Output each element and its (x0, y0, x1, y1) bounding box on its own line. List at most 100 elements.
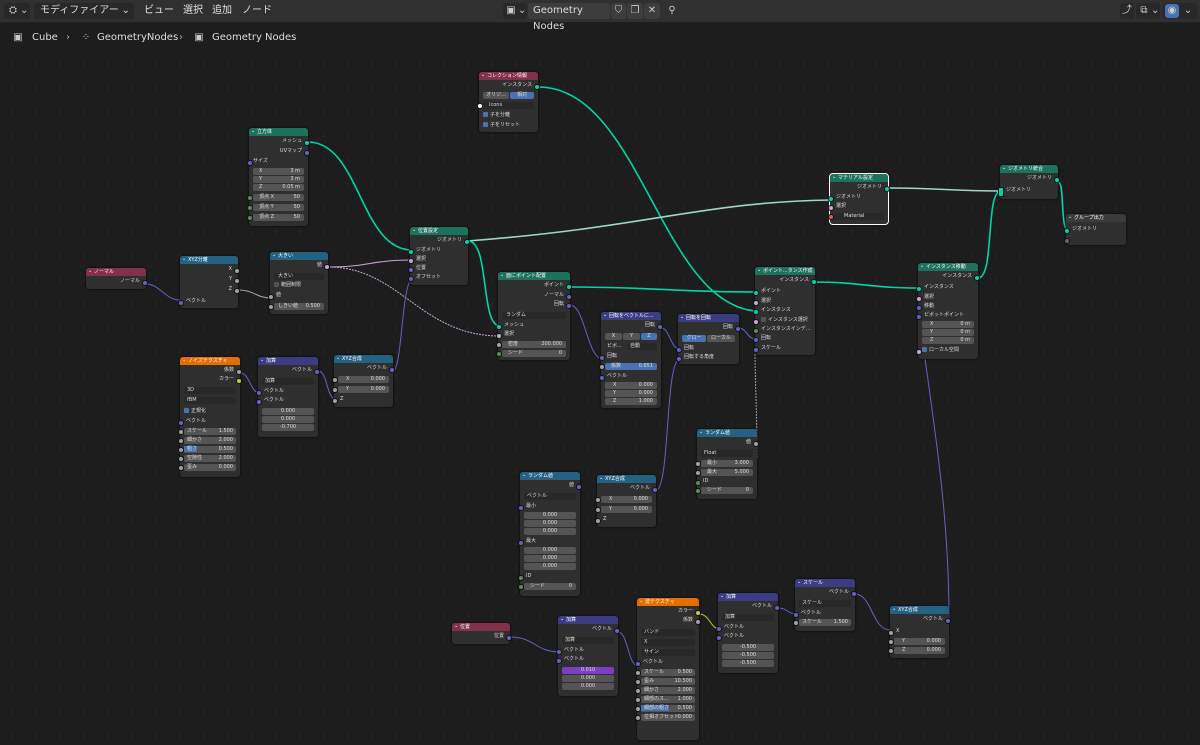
output-socket[interactable] (142, 280, 148, 286)
axis-z-button[interactable]: Z (641, 333, 657, 340)
output-socket[interactable] (695, 610, 701, 616)
node-compare[interactable]: 大きい 値 大きい 範囲制限 値 しきい値 0.500 (268, 251, 330, 314)
node-header[interactable]: インスタンス移動 (918, 262, 978, 271)
input-socket[interactable] (1064, 228, 1070, 234)
input-socket[interactable] (753, 300, 759, 306)
field-vector-y[interactable]: Y 0.000 (605, 390, 657, 397)
node-set-position[interactable]: 位置設定 ジオメトリ ジオメトリ 選択 位置 オフセット (408, 226, 470, 285)
field-z[interactable]: -0.700 (262, 424, 314, 431)
node-header[interactable]: 位置設定 (410, 226, 468, 235)
output-socket[interactable] (774, 605, 780, 611)
field-x[interactable]: X 0.000 (601, 496, 652, 503)
input-socket[interactable] (635, 715, 641, 721)
input-socket[interactable] (1064, 238, 1070, 244)
input-socket[interactable] (408, 258, 414, 264)
input-socket[interactable] (178, 465, 184, 471)
node-combine-xyz-3[interactable]: XYZ合成 ベクトル X Y 0.000 Z 0.000 (888, 605, 951, 658)
input-socket[interactable] (635, 679, 641, 685)
input-socket[interactable] (695, 488, 701, 494)
node-header[interactable]: 回転を回転 (678, 313, 739, 322)
operation-dropdown[interactable]: スケール (799, 600, 851, 607)
input-socket[interactable] (695, 480, 701, 486)
input-socket[interactable] (268, 294, 274, 300)
field-pivot-z[interactable]: Z 0 m (922, 337, 974, 344)
input-socket[interactable] (695, 470, 701, 476)
node-header[interactable]: XYZ合成 (597, 474, 656, 483)
input-socket[interactable] (916, 286, 922, 292)
input-socket[interactable] (888, 648, 894, 654)
node-header[interactable]: 加算 (558, 615, 618, 624)
field-verts-y[interactable]: 頂点 Y 50 (253, 204, 304, 211)
pivot-dropdown[interactable]: 自動 (627, 343, 657, 350)
field-x[interactable]: -0.500 (722, 644, 774, 651)
node-noise-texture[interactable]: ノイズテクスチャ 係数 カラー 3D fBM 正規化 ベクトル スケール 1.50… (178, 356, 242, 477)
node-vector-add[interactable]: 加算 ベクトル 加算 ベクトル ベクトル 0.000 0.000 -0.700 (256, 356, 320, 437)
output-socket[interactable] (234, 278, 240, 284)
fake-user-button[interactable]: ⛉ (611, 3, 626, 19)
node-header[interactable]: ノイズテクスチャ (180, 356, 240, 365)
input-socket[interactable] (753, 337, 759, 343)
input-socket[interactable] (595, 507, 601, 513)
node-header[interactable]: 位置 (452, 622, 510, 631)
node-random-value-vector[interactable]: ランダム値 値 ベクトル 最小 0.000 0.000 0.000 最大 0.0… (518, 471, 582, 596)
operation-dropdown[interactable]: 加算 (722, 614, 774, 621)
node-position[interactable]: 位置 位置 (452, 622, 512, 644)
input-socket[interactable] (332, 387, 338, 393)
node-distribute-points[interactable]: 面にポイント配置 ポイント ノーマル 回転 ランダム メッシュ 選択 密度 200… (496, 271, 572, 360)
output-socket[interactable] (566, 294, 572, 300)
node-combine-xyz-2[interactable]: XYZ合成 ベクトル X 0.000 Y 0.000 Z (595, 474, 658, 527)
field-max-y[interactable]: 0.000 (524, 555, 576, 562)
node-header[interactable]: コレクション情報 (479, 71, 538, 80)
noise-type-dropdown[interactable]: fBM (184, 397, 236, 404)
input-socket[interactable] (635, 697, 641, 703)
output-socket[interactable] (234, 288, 240, 294)
node-group-output[interactable]: グループ出力 ジオメトリ (1064, 213, 1126, 245)
node-header[interactable]: XYZ合成 (890, 605, 949, 614)
node-random-value-float[interactable]: ランダム値 値 Float 最小 3.000 最大 5.000 ID シード 0 (695, 428, 759, 499)
output-socket[interactable] (304, 140, 310, 146)
node-cube[interactable]: 立方体 メッシュ UVマップ サイズ X 3 m Y 3 m Z 0.05 m 頂点 … (247, 127, 310, 226)
input-socket[interactable] (518, 540, 524, 546)
field-density[interactable]: 密度 200.000 (502, 341, 566, 348)
field-distortion[interactable]: 歪み 10.500 (641, 678, 695, 685)
dimensions-dropdown[interactable]: 3D (184, 387, 236, 394)
input-socket[interactable] (828, 205, 834, 211)
field-y[interactable]: 0.000 (262, 416, 314, 423)
output-socket[interactable] (314, 369, 320, 375)
material-field[interactable]: Material (834, 213, 884, 220)
overlay-toggle[interactable]: ⧉ ⌄ (1136, 3, 1160, 19)
field-z[interactable]: Z 0.000 (894, 647, 945, 654)
checkbox[interactable] (483, 122, 488, 127)
node-separate-xyz[interactable]: XYZ分離 X Y Z ベクトル (178, 255, 240, 308)
field-vector-x[interactable]: X 0.000 (605, 382, 657, 389)
node-wave-texture[interactable]: 波テクスチャ カラー 係数 バンド X サイン ベクトル スケール 0.500 歪… (635, 597, 701, 740)
field-distortion[interactable]: 歪み 0.000 (184, 464, 236, 471)
input-socket[interactable] (256, 390, 262, 396)
field-x[interactable]: 0.010 (562, 667, 614, 674)
node-header[interactable]: ランダム値 (697, 428, 757, 437)
checkbox[interactable] (483, 112, 488, 117)
mode-select[interactable]: モディファイアー ⌄ (34, 3, 134, 19)
input-socket[interactable] (599, 364, 605, 370)
field-threshold[interactable]: しきい値 0.500 (274, 303, 324, 310)
input-socket[interactable] (753, 347, 759, 353)
field-max[interactable]: 最大 5.000 (701, 469, 753, 476)
node-canvas[interactable]: コレクション情報 インスタンス オリジ... 相対 Icons 子を分離 子をリ… (0, 52, 1200, 745)
output-socket[interactable] (945, 618, 951, 624)
output-socket[interactable] (464, 239, 470, 245)
parent-tree-button[interactable]: ⤴ (1120, 3, 1134, 19)
field-seed[interactable]: シード 0 (701, 487, 753, 494)
axis-x-button[interactable]: X (605, 333, 622, 340)
node-header[interactable]: 大きい (270, 251, 328, 260)
mode-dropdown[interactable]: 大きい (274, 273, 324, 280)
output-socket[interactable] (735, 326, 741, 332)
input-socket[interactable] (178, 456, 184, 462)
menu-view[interactable]: ビュー (144, 3, 174, 19)
field-max-z[interactable]: 0.000 (524, 563, 576, 570)
field-max-x[interactable]: 0.000 (524, 547, 576, 554)
field-x[interactable]: X 0.000 (338, 376, 389, 383)
output-socket[interactable] (236, 369, 242, 375)
reset-children-check[interactable]: 子をリセット (483, 122, 520, 129)
wave-type-dropdown[interactable]: バンド (641, 629, 695, 636)
input-socket[interactable] (178, 447, 184, 453)
